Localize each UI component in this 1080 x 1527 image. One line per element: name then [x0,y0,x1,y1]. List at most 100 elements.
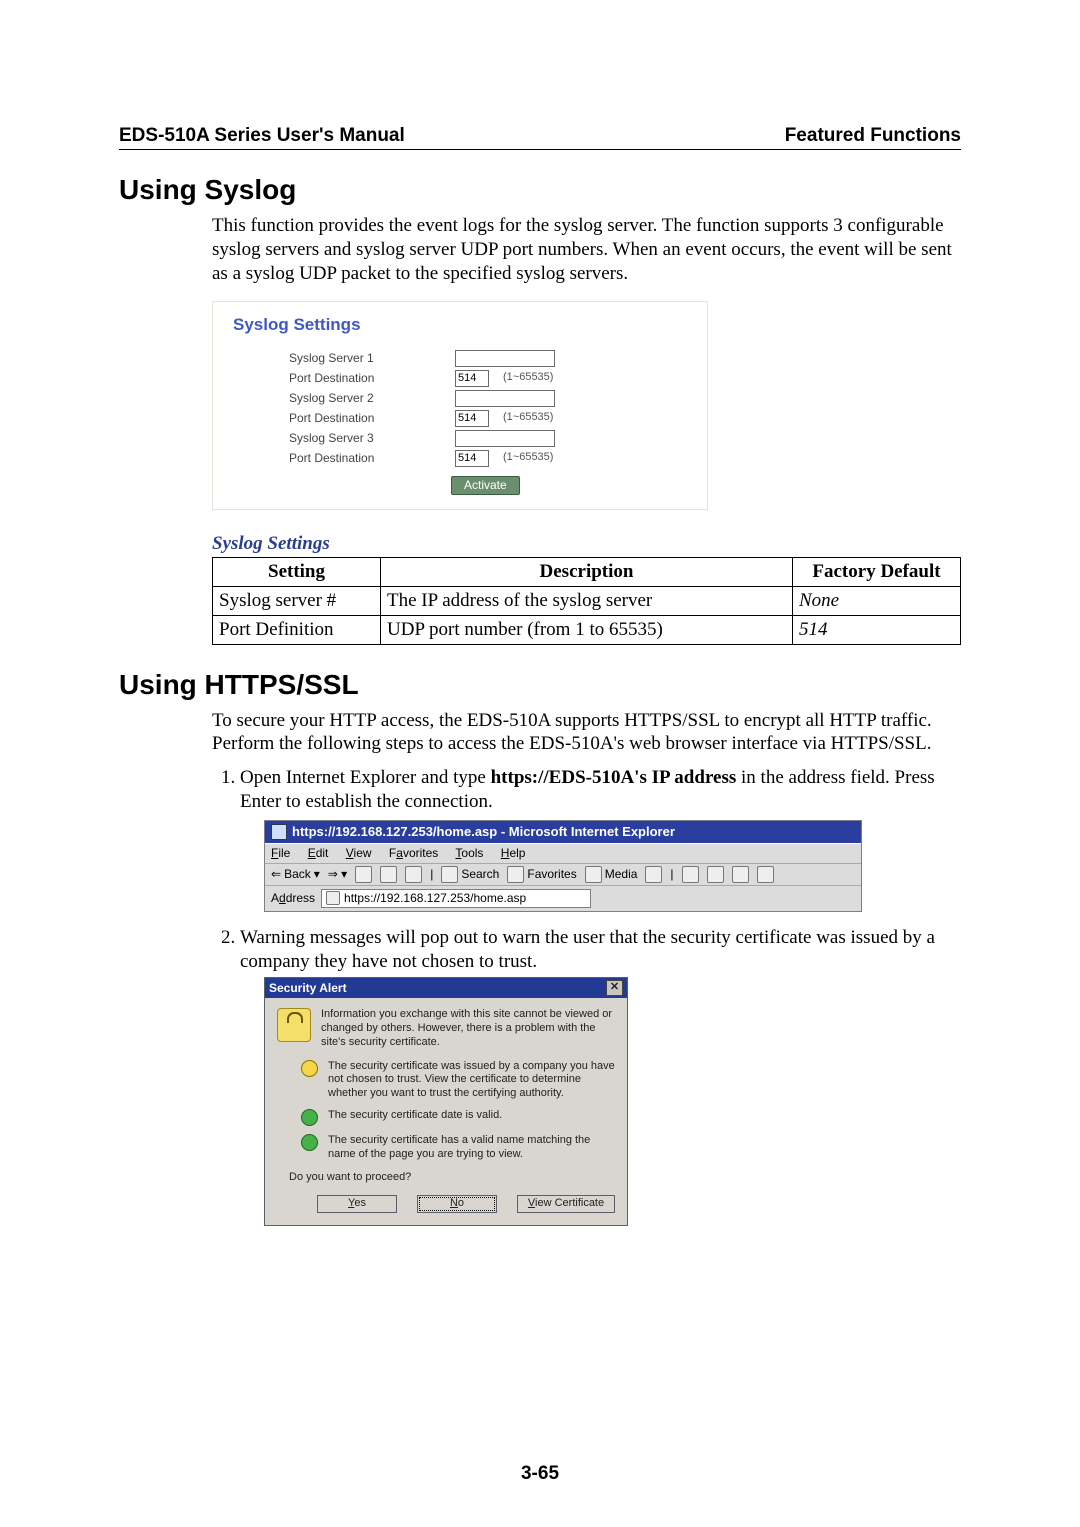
ie-addressbar: Address https://192.168.127.253/home.asp [265,886,861,911]
cell: Syslog server # [213,587,381,616]
menu-file[interactable]: FFileile [271,846,290,860]
favorites-button[interactable]: Favorites [507,866,576,883]
row-port2: Port Destination (1~65535) [233,410,687,427]
step1-text-a: Open Internet Explorer and type [240,767,491,788]
ie-icon [271,824,287,840]
dialog-message: Information you exchange with this site … [321,1008,615,1049]
ie-title-text: https://192.168.127.253/home.asp - Micro… [292,824,675,840]
close-icon[interactable]: ✕ [606,980,623,996]
settings-table: Setting Description Factory Default Sysl… [212,557,961,644]
address-value: https://192.168.127.253/home.asp [344,891,526,906]
dialog-question: Do you want to proceed? [289,1171,615,1185]
edit-icon[interactable] [732,866,749,883]
row-server1: Syslog Server 1 [233,350,687,367]
discuss-icon[interactable] [757,866,774,883]
cell: 514 [793,615,961,644]
input-server1[interactable] [455,350,555,367]
cell: Port Definition [213,615,381,644]
step-1: Open Internet Explorer and type https://… [240,766,961,912]
hint-port3: (1~65535) [503,451,553,465]
stop-icon[interactable] [355,866,372,883]
label-server1: Syslog Server 1 [233,351,455,366]
section-heading-syslog: Using Syslog [119,174,961,206]
page-content: EDS-510A Series User's Manual Featured F… [119,125,961,1232]
th-default: Factory Default [793,558,961,587]
input-server3[interactable] [455,430,555,447]
print-icon[interactable] [707,866,724,883]
check-icon [301,1109,318,1126]
refresh-icon[interactable] [380,866,397,883]
no-button[interactable]: No [417,1195,497,1213]
toolbar-sep: | [430,867,433,882]
menu-tools[interactable]: Tools [455,846,483,860]
label-port1: Port Destination [233,371,455,386]
menu-edit[interactable]: Edit [308,846,329,860]
label-server3: Syslog Server 3 [233,431,455,446]
th-description: Description [381,558,793,587]
favorites-icon [507,866,524,883]
yes-button[interactable]: Yes [317,1195,397,1213]
forward-button[interactable]: ⇒ ▾ [328,867,347,882]
check-icon [301,1134,318,1151]
dialog-body: Information you exchange with this site … [265,998,627,1225]
row-port3: Port Destination (1~65535) [233,450,687,467]
history-icon[interactable] [645,866,662,883]
hint-port2: (1~65535) [503,411,553,425]
mail-icon[interactable] [682,866,699,883]
table-row: Port Definition UDP port number (from 1 … [213,615,961,644]
warning-icon [301,1060,318,1077]
step2-text: Warning messages will pop out to warn th… [240,927,935,972]
dialog-titlebar: Security Alert ✕ [265,978,627,998]
search-button[interactable]: Search [441,866,499,883]
https-steps: Open Internet Explorer and type https://… [212,766,961,1226]
cell: UDP port number (from 1 to 65535) [381,615,793,644]
ie-toolbar: ⇐ Back ▾ ⇒ ▾ | Search Favorites Media | [265,863,861,886]
row-server2: Syslog Server 2 [233,390,687,407]
manual-title: EDS-510A Series User's Manual [119,125,405,147]
home-icon[interactable] [405,866,422,883]
table-row: Setting Description Factory Default [213,558,961,587]
step1-bold: https://EDS-510A's IP address [491,767,737,788]
address-field[interactable]: https://192.168.127.253/home.asp [321,889,591,908]
page-header: EDS-510A Series User's Manual Featured F… [119,125,961,150]
th-setting: Setting [213,558,381,587]
row-server3: Syslog Server 3 [233,430,687,447]
input-port2[interactable] [455,410,489,427]
dialog-title: Security Alert [269,981,347,996]
menu-favorites[interactable]: Favorites [389,846,438,860]
input-port3[interactable] [455,450,489,467]
menu-view[interactable]: View [346,846,372,860]
ie-window: https://192.168.127.253/home.asp - Micro… [264,820,862,912]
table-row: Syslog server # The IP address of the sy… [213,587,961,616]
cert-issuer-warning: The security certificate was issued by a… [328,1060,615,1101]
security-alert-dialog: Security Alert ✕ Information you exchang… [264,977,628,1226]
label-port3: Port Destination [233,451,455,466]
dialog-buttons: Yes No View Certificate [317,1195,615,1213]
ie-menubar[interactable]: FFileile Edit View Favorites Tools Help [265,843,861,863]
lock-icon [277,1008,311,1042]
back-button[interactable]: ⇐ Back ▾ [271,867,320,882]
address-label: Address [271,891,315,906]
cell: The IP address of the syslog server [381,587,793,616]
menu-help[interactable]: Help [501,846,526,860]
chapter-title: Featured Functions [785,125,961,147]
toolbar-sep: | [670,867,673,882]
row-port1: Port Destination (1~65535) [233,370,687,387]
cell: None [793,587,961,616]
section-heading-https: Using HTTPS/SSL [119,669,961,701]
ie-titlebar: https://192.168.127.253/home.asp - Micro… [265,821,861,843]
syslog-intro: This function provides the event logs fo… [212,214,961,285]
page-number: 3-65 [0,1463,1080,1485]
media-button[interactable]: Media [585,866,638,883]
input-port1[interactable] [455,370,489,387]
input-server2[interactable] [455,390,555,407]
page-icon [326,891,340,905]
activate-button[interactable]: Activate [451,476,520,495]
syslog-settings-panel: Syslog Settings Syslog Server 1 Port Des… [212,301,708,509]
search-icon [441,866,458,883]
hint-port1: (1~65535) [503,371,553,385]
https-intro: To secure your HTTP access, the EDS-510A… [212,709,961,757]
view-certificate-button[interactable]: View Certificate [517,1195,615,1213]
label-server2: Syslog Server 2 [233,391,455,406]
cert-date-valid: The security certificate date is valid. [328,1109,502,1126]
